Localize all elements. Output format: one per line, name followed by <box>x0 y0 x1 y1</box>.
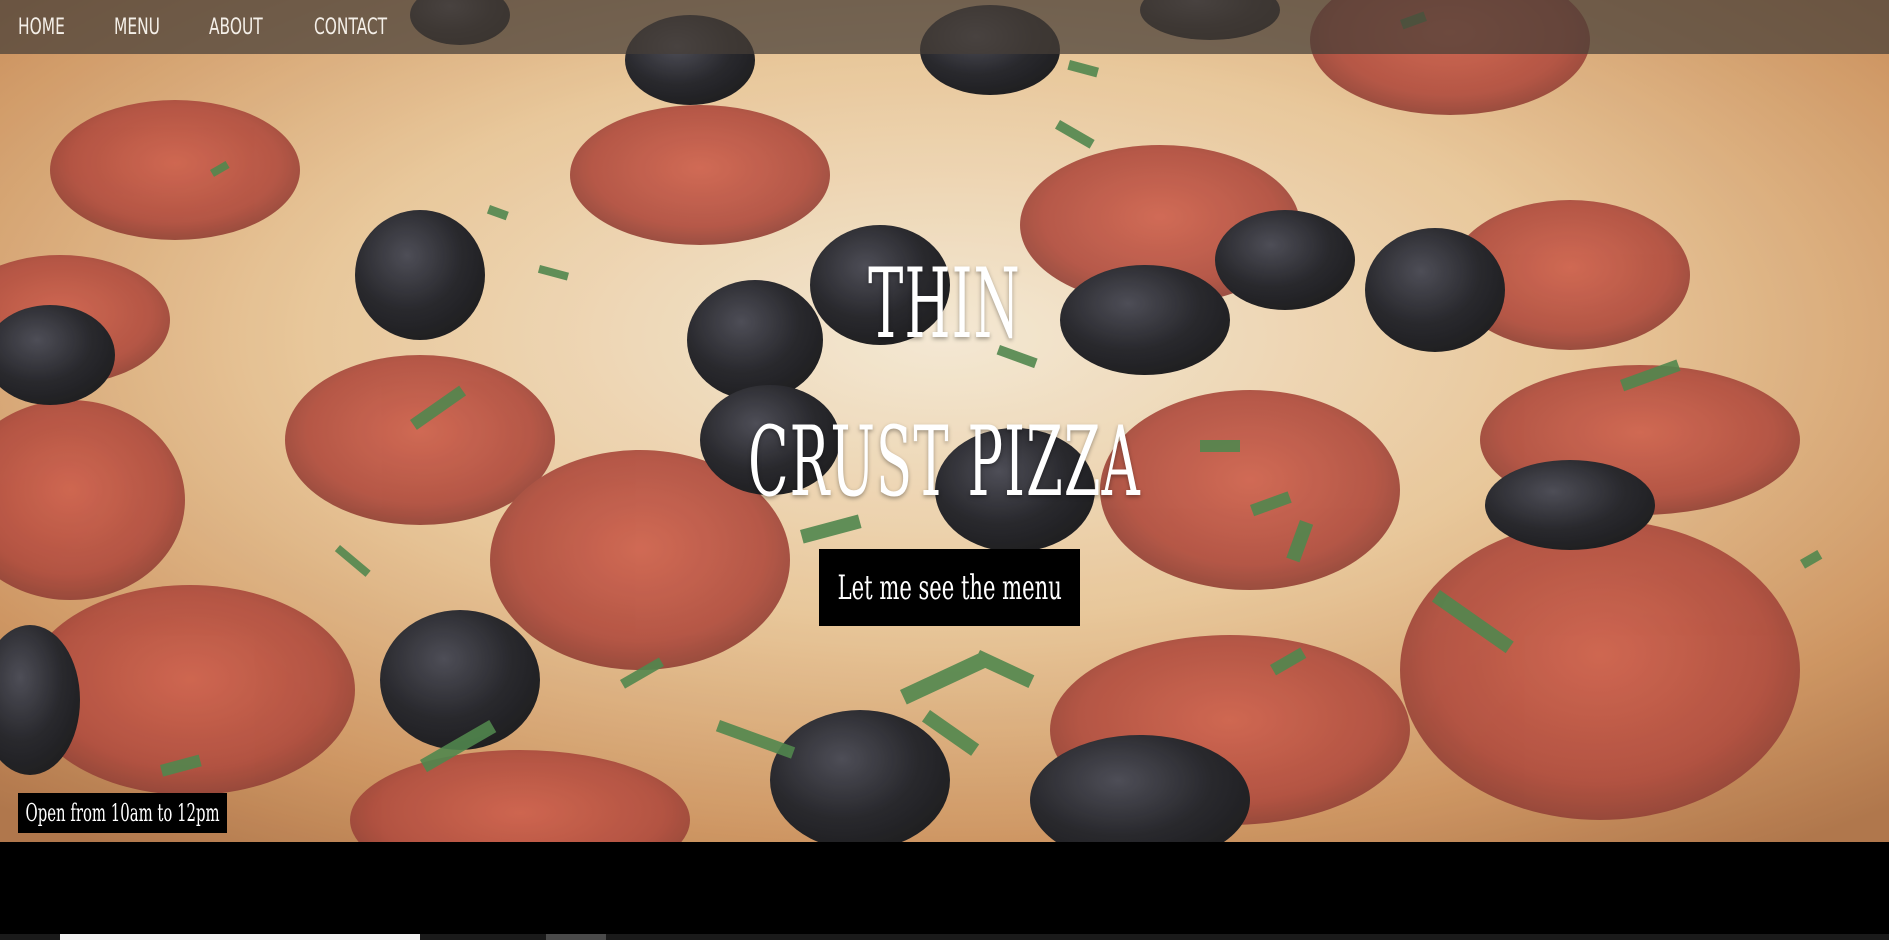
opening-hours-text: Open from 10am to 12pm <box>25 799 220 827</box>
bottom-strip-segment <box>546 934 606 940</box>
see-menu-button-label: Let me see the menu <box>837 567 1062 608</box>
bottom-strip-segment <box>60 934 420 940</box>
nav-contact-link[interactable]: CONTACT <box>314 15 387 40</box>
see-menu-button[interactable]: Let me see the menu <box>819 549 1080 626</box>
nav-home-link[interactable]: HOME <box>18 15 65 40</box>
opening-hours-badge: Open from 10am to 12pm <box>18 793 227 833</box>
hero-title-line-1: THIN <box>868 248 1021 360</box>
hero-title-line-2: CRUST PIZZA <box>748 406 1141 518</box>
top-navigation: HOME MENU ABOUT CONTACT <box>0 0 1889 54</box>
hero-title: THIN CRUST PIZZA <box>0 225 1889 541</box>
nav-about-link[interactable]: ABOUT <box>209 15 263 40</box>
nav-menu-link[interactable]: MENU <box>114 15 160 40</box>
page: HOME MENU ABOUT CONTACT THIN CRUST PIZZA… <box>0 0 1889 940</box>
